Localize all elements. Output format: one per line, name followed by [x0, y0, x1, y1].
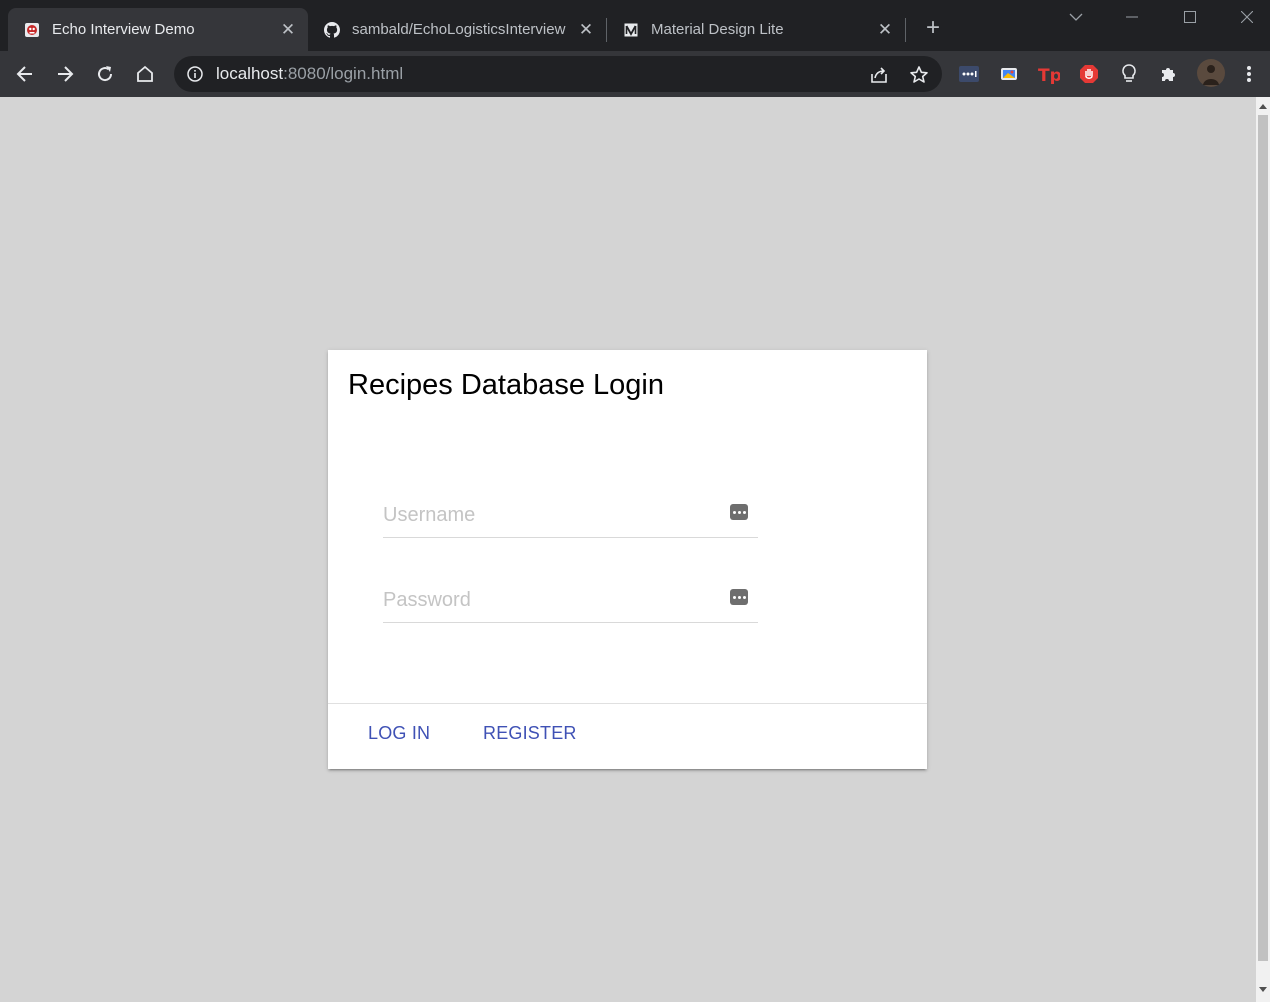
register-button[interactable]: REGISTER — [483, 723, 577, 744]
reload-icon[interactable] — [90, 59, 120, 89]
scroll-down-arrow-icon[interactable] — [1259, 987, 1267, 992]
address-bar[interactable]: localhost:8080/login.html — [174, 56, 942, 92]
screen-capture-extension-icon[interactable] — [997, 62, 1021, 86]
profile-avatar[interactable] — [1197, 59, 1225, 87]
card-title: Recipes Database Login — [348, 369, 664, 401]
minimize-icon[interactable] — [1112, 4, 1152, 30]
login-button[interactable]: LOG IN — [368, 723, 430, 744]
tab-material-design-lite[interactable]: Material Design Lite ✕ — [607, 8, 905, 51]
forward-arrow-icon[interactable] — [50, 59, 80, 89]
page-viewport: Recipes Database Login LOG IN REGISTER — [0, 97, 1256, 1002]
tab-echo-interview-demo[interactable]: Echo Interview Demo ✕ — [8, 8, 308, 51]
password-field[interactable] — [383, 583, 758, 623]
ad-blocker-hand-icon[interactable] — [1077, 62, 1101, 86]
extensions-puzzle-icon[interactable] — [1157, 62, 1181, 86]
close-window-icon[interactable] — [1227, 4, 1267, 30]
tab-title: Echo Interview Demo — [52, 21, 195, 38]
github-icon — [324, 21, 340, 38]
browser-toolbar: localhost:8080/login.html Tp — [0, 51, 1270, 97]
card-actions: LOG IN REGISTER — [328, 703, 927, 769]
mdl-icon — [623, 22, 639, 38]
tab-search-icon[interactable] — [1056, 4, 1096, 30]
scroll-up-arrow-icon[interactable] — [1259, 104, 1267, 109]
password-manager-key-icon[interactable] — [730, 504, 748, 520]
share-icon[interactable] — [868, 64, 890, 86]
password-manager-extension-icon[interactable] — [957, 62, 981, 86]
tab-separator — [905, 18, 906, 42]
url-path: :8080/login.html — [283, 64, 404, 83]
tab-strip: Echo Interview Demo ✕ sambald/EchoLogist… — [0, 0, 1270, 51]
site-info-icon[interactable] — [186, 65, 204, 83]
login-card: Recipes Database Login LOG IN REGISTER — [328, 350, 927, 769]
url-text: localhost:8080/login.html — [216, 65, 403, 83]
username-field[interactable] — [383, 498, 758, 538]
vertical-scrollbar[interactable] — [1256, 97, 1270, 1002]
tab-title: sambald/EchoLogisticsInterview — [352, 21, 566, 38]
close-tab-icon[interactable]: ✕ — [576, 20, 596, 40]
lightbulb-extension-icon[interactable] — [1117, 62, 1141, 86]
tab-github-repo[interactable]: sambald/EchoLogisticsInterview ✕ — [308, 8, 606, 51]
tab-title: Material Design Lite — [651, 21, 784, 38]
password-manager-key-icon[interactable] — [730, 589, 748, 605]
echo-favicon-icon — [24, 22, 40, 38]
maximize-icon[interactable] — [1170, 4, 1210, 30]
new-tab-button[interactable]: + — [920, 16, 946, 42]
url-host: localhost — [216, 64, 284, 83]
home-icon[interactable] — [130, 59, 160, 89]
bookmark-star-icon[interactable] — [908, 64, 930, 86]
tp-extension-icon[interactable]: Tp — [1037, 62, 1061, 86]
svg-text:Tp: Tp — [1038, 66, 1060, 84]
close-tab-icon[interactable]: ✕ — [875, 20, 895, 40]
password-input[interactable] — [383, 585, 723, 615]
back-arrow-icon[interactable] — [10, 59, 40, 89]
menu-kebab-icon[interactable] — [1237, 62, 1261, 86]
username-input[interactable] — [383, 500, 723, 530]
close-tab-icon[interactable]: ✕ — [278, 20, 298, 40]
scrollbar-thumb[interactable] — [1258, 115, 1268, 961]
